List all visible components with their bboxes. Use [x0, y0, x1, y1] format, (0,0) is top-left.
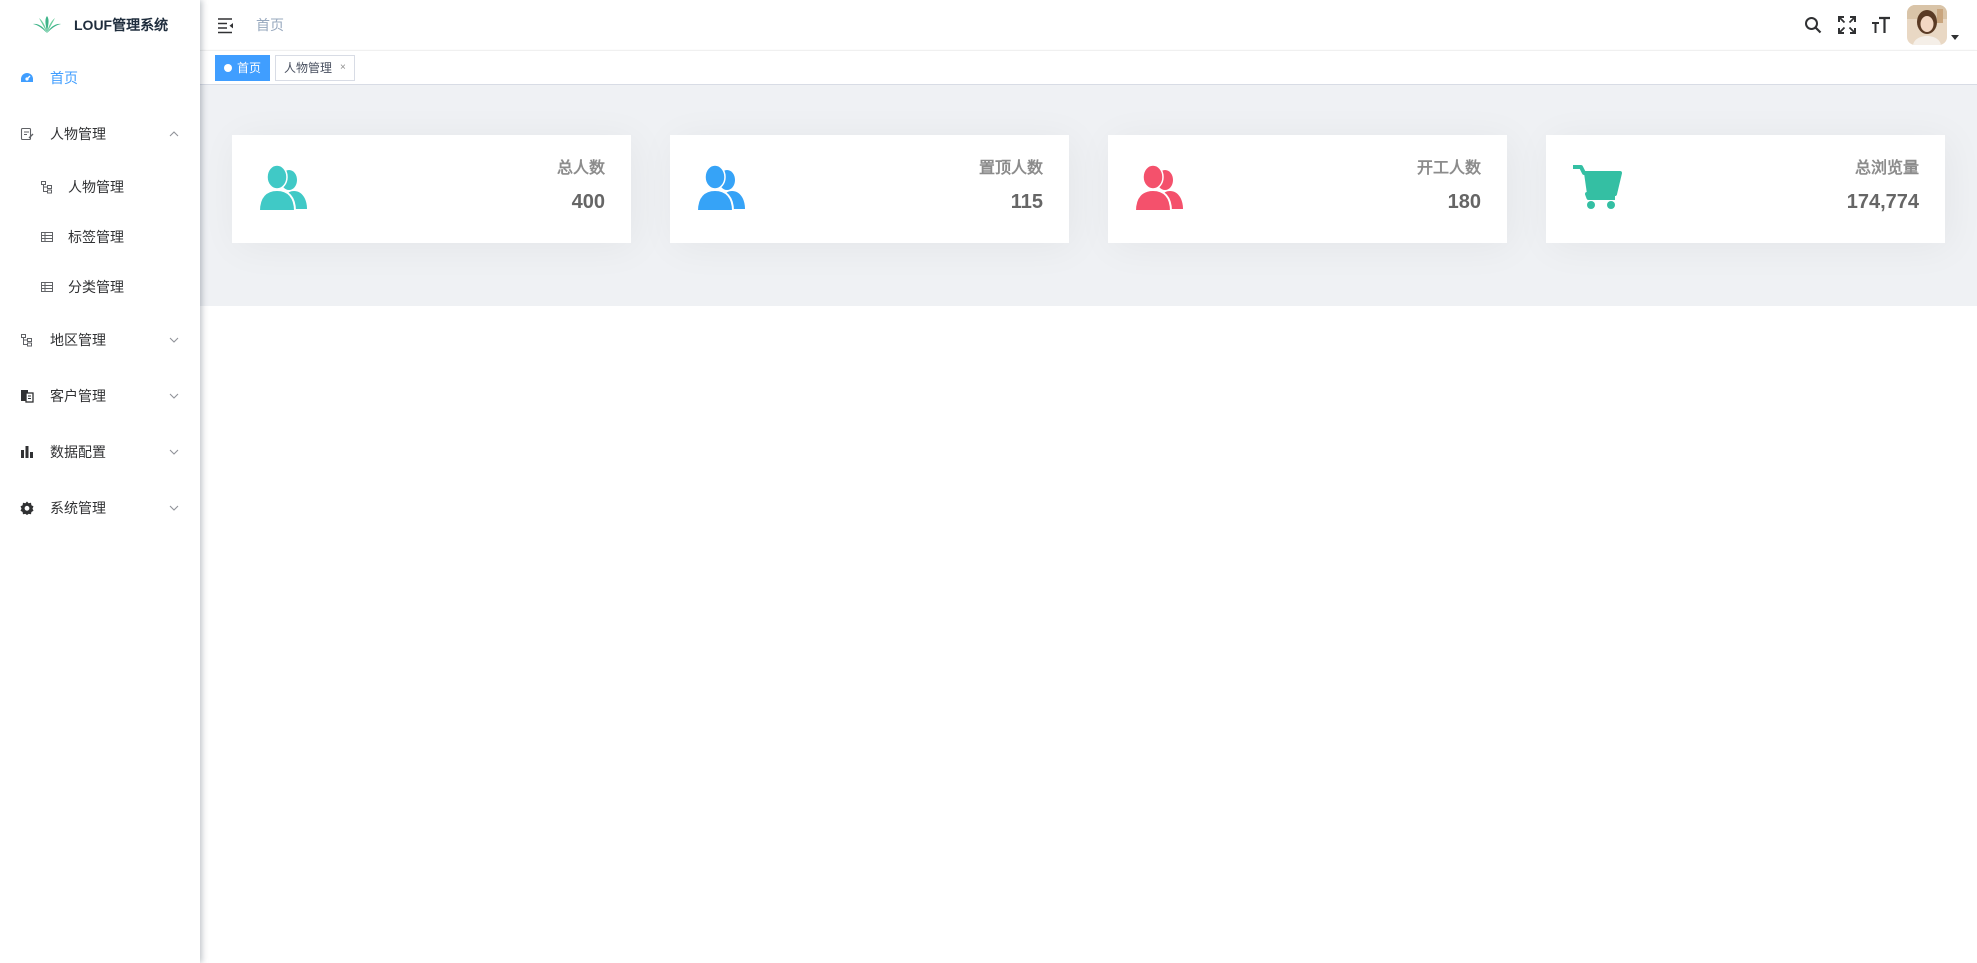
table-icon	[40, 230, 54, 244]
logo-icon	[33, 16, 61, 33]
font-size-icon[interactable]	[1871, 15, 1891, 35]
sidebar-item-label: 客户管理	[50, 388, 106, 404]
sidebar-item-customer[interactable]: 客户管理	[0, 368, 200, 424]
sidebar-item-label: 人物管理	[50, 126, 106, 142]
stat-value: 180	[1447, 191, 1481, 213]
stat-label: 开工人数	[1416, 160, 1481, 177]
stat-label: 总浏览量	[1854, 160, 1919, 177]
submenu-people: 人物管理 标签管理 分类管理	[0, 162, 200, 312]
sidebar-item-label: 人物管理	[68, 179, 124, 195]
close-icon[interactable]: ×	[340, 56, 346, 80]
chevron-up-icon	[169, 131, 179, 137]
main-area: 首页 首页 人物管理 × 总人数 400 置顶人数 115 开工人数 180 总…	[200, 0, 1977, 963]
chevron-down-icon	[169, 449, 179, 455]
tree-icon	[20, 333, 34, 347]
sidebar-item-data-config[interactable]: 数据配置	[0, 424, 200, 480]
sidebar-subitem-tags[interactable]: 标签管理	[0, 212, 200, 262]
fullscreen-icon[interactable]	[1837, 15, 1857, 35]
gear-icon	[20, 501, 34, 515]
sidebar-menu: 首页 人物管理 人物管理 标签管理 分类管理 地区管理 客户管理 数据配置 系统…	[0, 50, 200, 536]
dashboard-content: 总人数 400 置顶人数 115 开工人数 180 总浏览量 174,774	[200, 85, 1977, 306]
sidebar-item-label: 地区管理	[50, 332, 106, 348]
app-title: LOUF管理系统	[74, 17, 169, 33]
sidebar-item-region[interactable]: 地区管理	[0, 312, 200, 368]
sidebar-item-label: 数据配置	[50, 444, 106, 460]
sidebar-item-home[interactable]: 首页	[0, 50, 200, 106]
search-icon[interactable]	[1803, 15, 1823, 35]
peoples-icon	[696, 164, 745, 212]
sidebar-subitem-category[interactable]: 分类管理	[0, 262, 200, 312]
table-icon	[40, 280, 54, 294]
chevron-down-icon	[169, 505, 179, 511]
stat-label: 置顶人数	[978, 160, 1043, 177]
tree-icon	[40, 180, 54, 194]
avatar-dropdown[interactable]	[1907, 5, 1959, 45]
tag-people[interactable]: 人物管理 ×	[275, 54, 355, 81]
sidebar-item-label: 系统管理	[50, 500, 106, 516]
stat-card-text: 总浏览量 174,774	[1847, 159, 1919, 213]
breadcrumb: 首页	[256, 17, 284, 33]
stat-card-working-people[interactable]: 开工人数 180	[1108, 135, 1507, 243]
stat-value: 400	[571, 191, 605, 213]
sidebar-item-system[interactable]: 系统管理	[0, 480, 200, 536]
hamburger-icon[interactable]	[216, 15, 236, 35]
chevron-down-icon	[169, 393, 179, 399]
stat-value: 115	[1010, 191, 1043, 213]
logo[interactable]: LOUF管理系统	[0, 0, 200, 50]
tag-label: 人物管理	[284, 60, 333, 75]
stat-card-text: 总人数 400	[557, 159, 605, 213]
tag-home[interactable]: 首页	[215, 54, 271, 81]
sidebar: LOUF管理系统 首页 人物管理 人物管理 标签管理 分类管理 地区管理 客户管…	[0, 0, 200, 963]
stat-card-text: 置顶人数 115	[979, 159, 1043, 213]
clipboard-icon	[20, 389, 34, 403]
tag-label: 首页	[237, 60, 262, 75]
sidebar-item-people[interactable]: 人物管理	[0, 106, 200, 162]
dashboard-icon	[20, 71, 34, 85]
stat-label: 总人数	[556, 160, 605, 177]
stat-card-total-people[interactable]: 总人数 400	[232, 135, 631, 243]
sidebar-item-label: 标签管理	[68, 229, 124, 245]
sidebar-subitem-people[interactable]: 人物管理	[0, 162, 200, 212]
tags-view: 首页 人物管理 ×	[200, 51, 1977, 85]
form-icon	[20, 127, 34, 141]
caret-down-icon	[1951, 35, 1959, 40]
right-menu	[1789, 0, 1959, 50]
sidebar-item-label: 首页	[50, 70, 78, 86]
stat-card-text: 开工人数 180	[1417, 159, 1481, 213]
avatar[interactable]	[1907, 5, 1947, 45]
stat-card-total-views[interactable]: 总浏览量 174,774	[1546, 135, 1945, 243]
peoples-icon	[1134, 164, 1183, 212]
stat-cards: 总人数 400 置顶人数 115 开工人数 180 总浏览量 174,774	[232, 135, 1945, 243]
peoples-icon	[258, 164, 307, 212]
stat-card-pinned-people[interactable]: 置顶人数 115	[670, 135, 1069, 243]
chevron-down-icon	[169, 337, 179, 343]
chart-icon	[20, 445, 34, 459]
stat-value: 174,774	[1846, 191, 1919, 213]
shopping-cart-icon	[1573, 165, 1622, 209]
active-dot-icon	[224, 63, 232, 72]
sidebar-item-label: 分类管理	[68, 279, 124, 295]
navbar: 首页	[200, 0, 1977, 51]
